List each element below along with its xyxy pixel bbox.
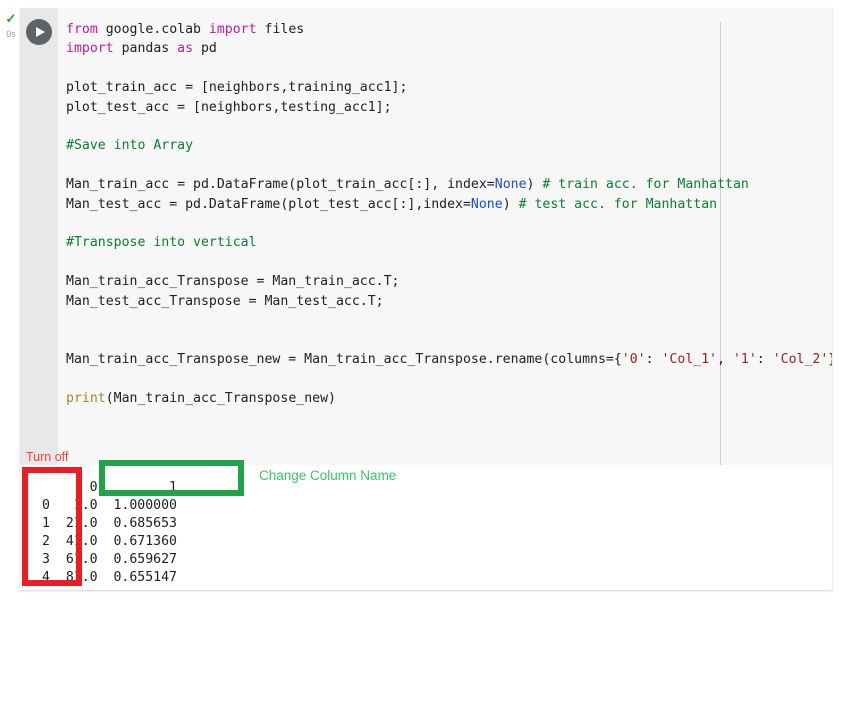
- code-token: '0': [621, 351, 646, 367]
- code-token: print: [66, 390, 106, 406]
- play-icon: [36, 27, 45, 37]
- cell-output-area: Turn off 0 1 0 1.0 1.000000 1 21.0 0.685…: [20, 449, 832, 590]
- code-token: #Save into Array: [66, 138, 194, 154]
- notebook-cell: from google.colab import files import pa…: [20, 8, 832, 590]
- code-editor[interactable]: from google.colab import files import pa…: [58, 8, 832, 465]
- code-token: None: [470, 196, 503, 212]
- code-token: import: [208, 22, 265, 37]
- annotation-change-column-label: Change Column Name: [259, 468, 397, 483]
- cell-gutter: [20, 8, 58, 465]
- code-token: import: [66, 41, 122, 57]
- cell-run-status: ✓ 0s: [2, 11, 20, 39]
- code-cell-body: from google.colab import files import pa…: [20, 8, 832, 465]
- output-dataframe-text: 0 1 0 1.0 1.000000 1 21.0 0.685653 2 41.…: [42, 480, 177, 585]
- code-token: '1': [732, 351, 757, 367]
- code-token: # train acc. for Manhattan: [542, 177, 749, 193]
- run-cell-button[interactable]: [26, 19, 52, 45]
- success-check-icon: ✓: [5, 11, 17, 26]
- code-token: 'Col_2': [772, 351, 829, 367]
- source-code[interactable]: from google.colab import files import pa…: [66, 20, 832, 408]
- code-token: None: [494, 177, 527, 193]
- code-token: as: [177, 41, 201, 57]
- annotation-turn-off-label: Turn off: [26, 450, 69, 464]
- code-token: #Transpose into vertical: [66, 235, 257, 251]
- code-token: from: [66, 22, 106, 37]
- execution-time-label: 0s: [6, 29, 16, 39]
- code-token: # test acc. for Manhattan: [518, 196, 718, 212]
- code-token: 'Col_1': [661, 351, 718, 367]
